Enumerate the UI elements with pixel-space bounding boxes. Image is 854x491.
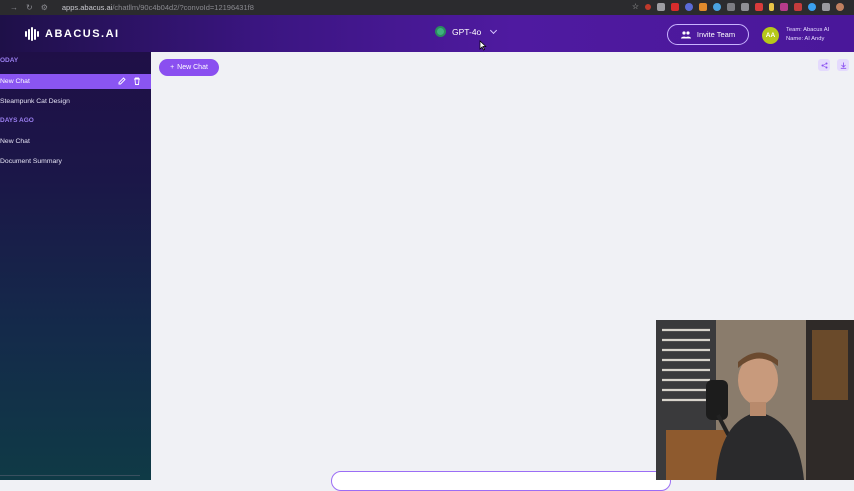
download-icon xyxy=(840,62,846,69)
url-path: /chatllm/90c4b04d2/?convoId=12196431f8 xyxy=(112,3,254,12)
extension-icon[interactable] xyxy=(657,2,665,11)
new-chat-button[interactable]: + New Chat xyxy=(159,59,219,76)
site-info-icon[interactable]: ⚙ xyxy=(41,3,48,12)
invite-team-label: Invite Team xyxy=(696,30,736,39)
extension-icon[interactable] xyxy=(699,2,707,11)
extension-icon[interactable] xyxy=(741,2,749,11)
edit-icon[interactable] xyxy=(118,77,126,85)
extension-icon[interactable] xyxy=(685,2,693,11)
share-icon xyxy=(821,62,827,68)
sidebar-item-label: New Chat xyxy=(0,78,30,85)
extensions-bar: ☆ xyxy=(632,2,844,11)
address-bar[interactable]: apps.abacus.ai/chatllm/90c4b04d2/?convoI… xyxy=(62,3,254,12)
model-name: GPT-4o xyxy=(452,26,482,37)
sidebar-item-new-chat[interactable]: New Chat xyxy=(0,134,151,149)
mouse-cursor-icon xyxy=(479,40,487,51)
sidebar-item-new-chat-active[interactable]: New Chat xyxy=(0,74,151,89)
invite-team-button[interactable]: Invite Team xyxy=(667,24,749,45)
plus-icon: + xyxy=(170,64,175,71)
reload-icon[interactable]: ↻ xyxy=(26,3,33,12)
team-name: Team: Abacus AI xyxy=(786,27,830,33)
share-button[interactable] xyxy=(818,59,830,71)
browser-nav: → ↻ ⚙ xyxy=(0,3,48,12)
extension-icon[interactable] xyxy=(808,2,816,11)
model-selector[interactable]: GPT-4o xyxy=(435,26,498,37)
logo-text: ABACUS.AI xyxy=(45,28,120,40)
extension-icon[interactable] xyxy=(713,2,721,11)
forward-icon[interactable]: → xyxy=(10,3,18,12)
user-name: Name: AI Andy xyxy=(786,36,825,42)
sidebar-divider xyxy=(0,475,140,476)
profile-icon[interactable] xyxy=(836,2,844,11)
chevron-down-icon xyxy=(490,26,498,34)
extension-icon[interactable] xyxy=(769,2,774,11)
sidebar-section-today: ODAY xyxy=(0,57,19,64)
model-status-icon xyxy=(435,26,446,37)
extension-icon[interactable] xyxy=(645,3,651,10)
avatar[interactable]: AA xyxy=(762,27,779,44)
sidebar-item-label: New Chat xyxy=(0,138,30,145)
trash-icon[interactable] xyxy=(133,77,141,85)
new-chat-label: New Chat xyxy=(177,64,208,71)
conversation-actions xyxy=(118,77,141,85)
message-input[interactable] xyxy=(331,471,671,491)
extension-icon[interactable] xyxy=(780,2,788,11)
webcam-overlay xyxy=(656,320,854,480)
browser-toolbar: → ↻ ⚙ apps.abacus.ai/chatllm/90c4b04d2/?… xyxy=(0,0,854,15)
sidebar-item-label: Steampunk Cat Design xyxy=(0,98,70,105)
users-icon xyxy=(680,30,691,38)
abacus-logo-icon xyxy=(25,27,39,41)
download-button[interactable] xyxy=(837,59,849,71)
app-header: ABACUS.AI GPT-4o Invite Team AA Team: Ab… xyxy=(0,15,854,52)
presenter-video xyxy=(656,320,854,480)
extension-icon[interactable] xyxy=(727,2,735,11)
bookmark-star-icon[interactable]: ☆ xyxy=(632,2,639,11)
sidebar-item-label: Document Summary xyxy=(0,158,62,165)
puzzle-icon[interactable] xyxy=(822,2,830,11)
account-info[interactable]: Team: Abacus AI Name: AI Andy xyxy=(786,26,829,44)
extension-icon[interactable] xyxy=(755,2,763,11)
sidebar-item-steampunk-cat-design[interactable]: Steampunk Cat Design xyxy=(0,94,151,109)
sidebar: ODAY New Chat Steampunk Cat Design DAYS … xyxy=(0,52,151,480)
abacus-logo[interactable]: ABACUS.AI xyxy=(25,27,120,41)
sidebar-item-document-summary[interactable]: Document Summary xyxy=(0,154,151,169)
url-host: apps.abacus.ai xyxy=(61,3,113,12)
extension-icon[interactable] xyxy=(794,2,802,11)
extension-icon[interactable] xyxy=(671,2,679,11)
sidebar-section-days-ago: DAYS AGO xyxy=(0,117,34,124)
